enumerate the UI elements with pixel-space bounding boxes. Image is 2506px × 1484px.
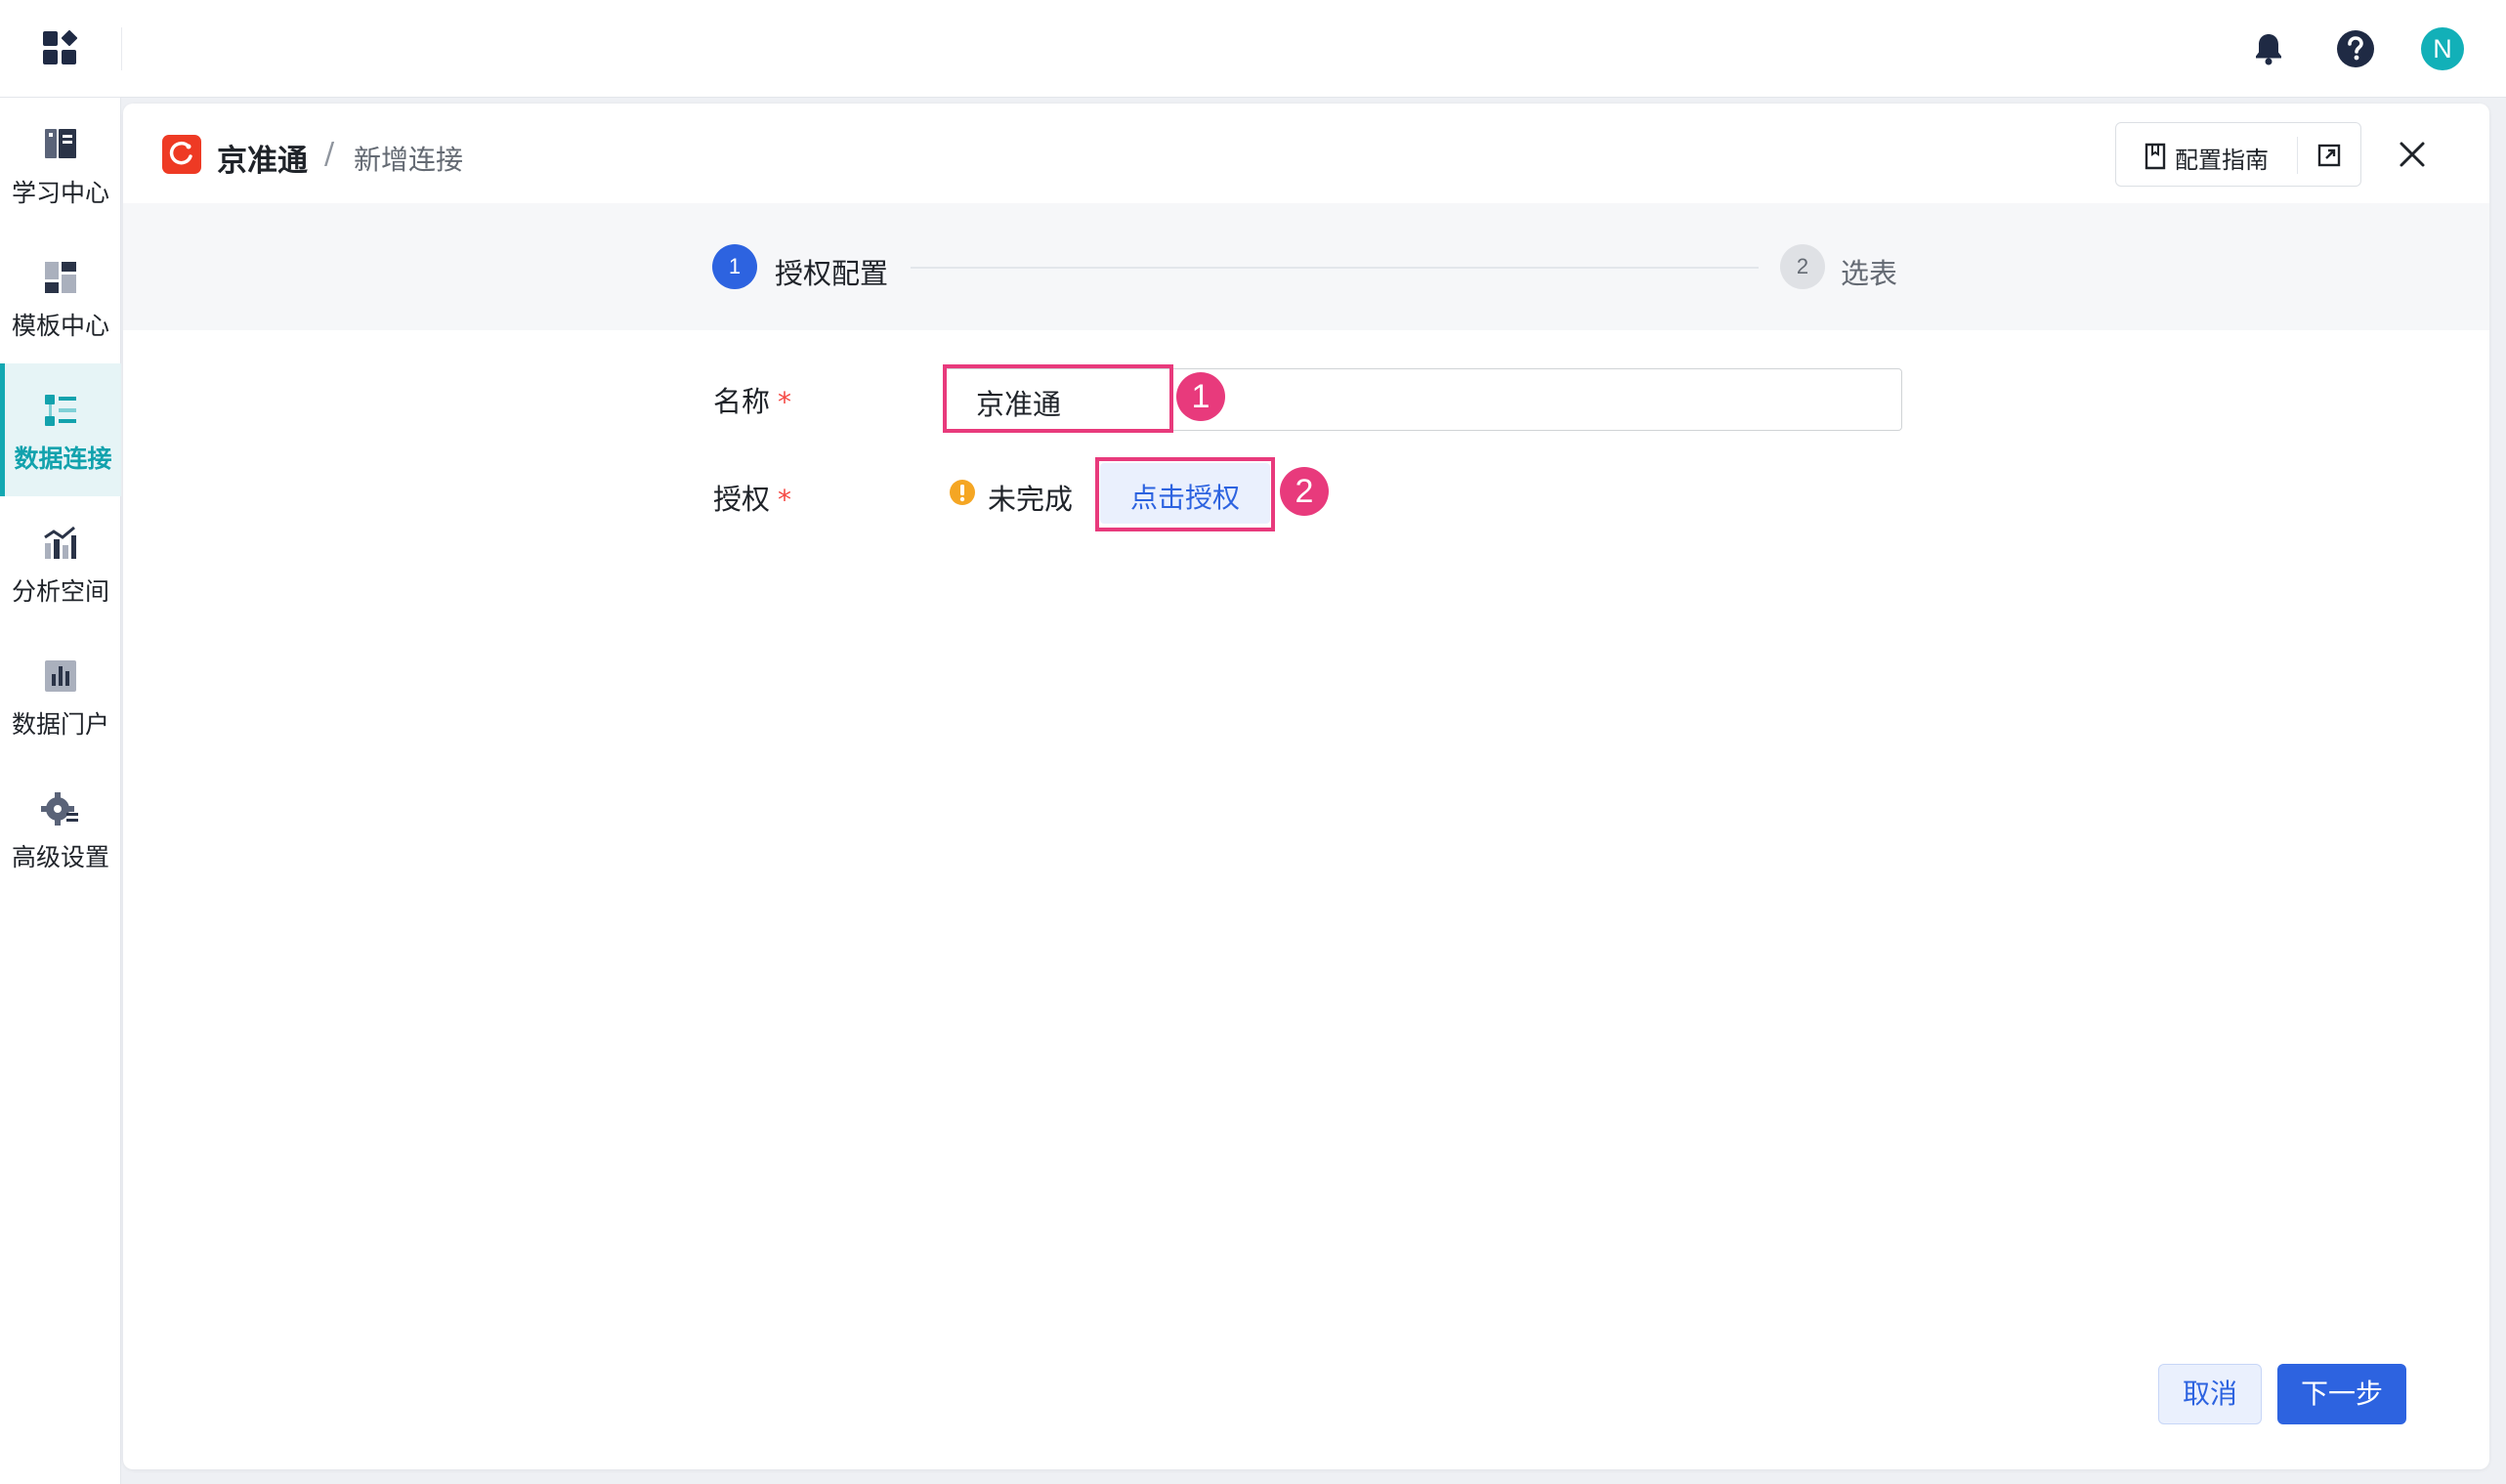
panel-header: 京准通 / 新增连接 配置指南 [123,104,2489,203]
sidebar-item-label: 数据门户 [11,710,109,739]
config-guide-button[interactable]: 配置指南 [2115,122,2361,187]
top-bar-divider [121,27,122,70]
close-icon[interactable] [2398,140,2427,169]
sidebar-item-data-connection[interactable]: 数据连接 [0,363,121,496]
step-2-indicator: 2 [1780,244,1825,289]
sidebar-item-template-center[interactable]: 模板中心 [0,231,121,363]
sidebar: 学习中心 模板中心 数据连接 分析空间 数据门户 高级设置 [0,98,121,1484]
step-1-indicator: 1 [712,244,757,289]
required-mark: * [778,484,792,516]
name-label-text: 名称 [713,385,771,418]
book-outline-icon [2145,143,2166,170]
required-mark: * [778,386,792,418]
sidebar-item-advanced-settings[interactable]: 高级设置 [0,762,121,895]
user-avatar[interactable]: N [2421,27,2464,70]
help-circle-icon[interactable] [2334,27,2377,70]
annotation-box-2 [1095,457,1275,531]
gear-icon [41,792,78,826]
analysis-space-icon [44,526,76,559]
new-connection-panel: 京准通 / 新增连接 配置指南 1 授权配置 2 选表 名称 * 京准通 授权 … [123,104,2489,1469]
book-icon [45,129,76,158]
breadcrumb-separator: / [324,137,335,171]
sidebar-item-analysis-space[interactable]: 分析空间 [0,496,121,629]
jingzhuntong-logo [162,135,201,174]
cancel-button[interactable]: 取消 [2158,1364,2262,1424]
top-bar: N [0,0,2506,98]
sidebar-item-label: 模板中心 [11,312,109,340]
annotation-box-1 [943,364,1173,433]
annotation-badge-2: 2 [1280,467,1329,516]
auth-label-text: 授权 [713,483,771,516]
annotation-badge-1: 1 [1176,372,1225,421]
config-guide-label: 配置指南 [2175,147,2269,174]
steps-bar: 1 授权配置 2 选表 [123,203,2489,330]
bell-icon[interactable] [2247,27,2290,70]
sidebar-item-learning-center[interactable]: 学习中心 [0,98,121,231]
sidebar-item-label: 数据连接 [14,445,112,473]
auth-field-label: 授权 * [713,477,791,518]
next-step-button[interactable]: 下一步 [2277,1364,2406,1424]
guide-divider [2297,137,2298,174]
grid-apps-icon[interactable] [41,29,80,68]
auth-status-text: 未完成 [988,483,1074,516]
breadcrumb-title[interactable]: 京准通 [217,136,308,180]
external-link-icon[interactable] [2317,144,2341,167]
warning-circle-icon [950,480,975,505]
template-icon [45,262,76,293]
step-connector-line [911,267,1759,269]
sidebar-item-label: 分析空间 [11,577,109,606]
breadcrumb-current: 新增连接 [354,144,464,176]
sidebar-item-label: 学习中心 [11,179,109,207]
sidebar-item-label: 高级设置 [11,843,109,871]
bar-chart-icon [45,660,76,692]
step-1-label: 授权配置 [775,257,889,290]
sidebar-item-data-portal[interactable]: 数据门户 [0,629,121,762]
name-field-label: 名称 * [713,379,791,420]
data-connection-icon [45,395,76,426]
step-2-label: 选表 [1841,257,1898,290]
